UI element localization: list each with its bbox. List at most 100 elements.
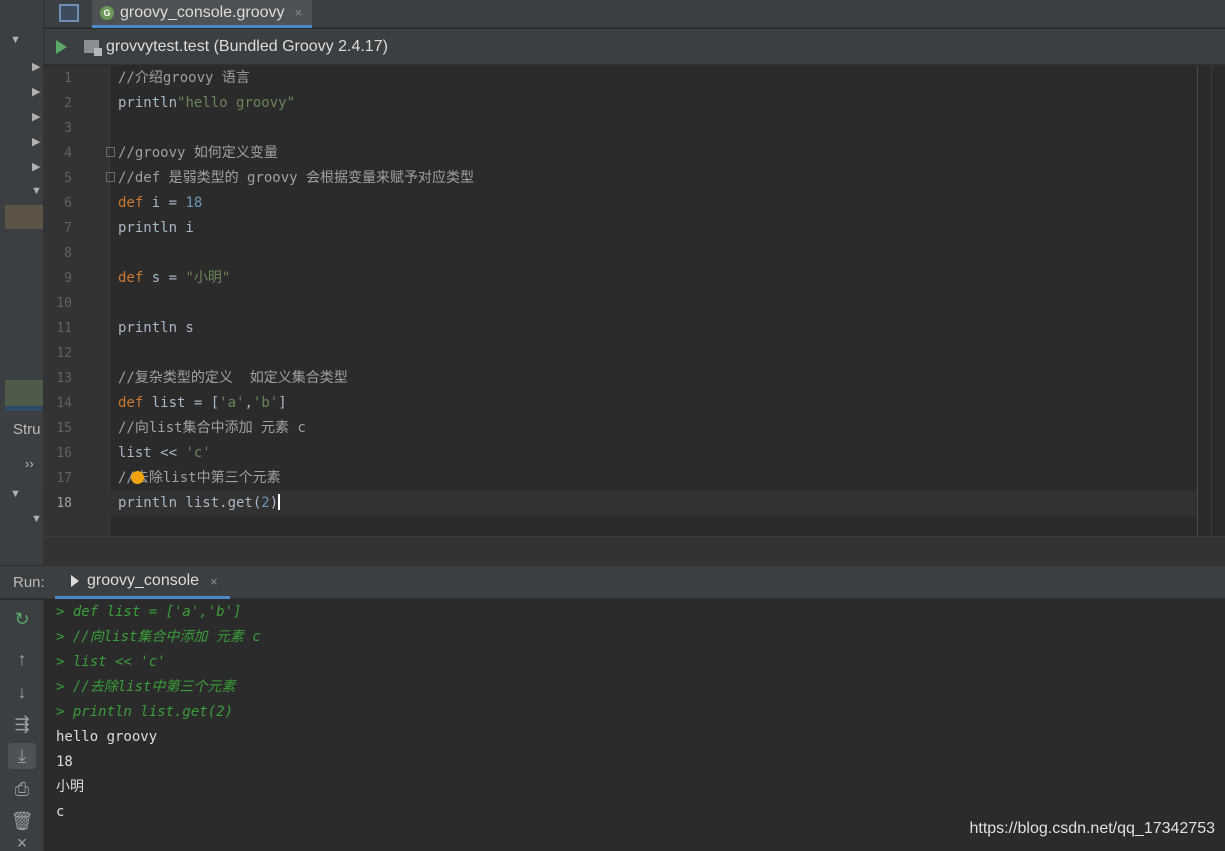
- play-icon: [71, 575, 79, 587]
- console-output-line: 18: [56, 754, 73, 770]
- console-echo-line: > def list = ['a','b']: [56, 604, 242, 620]
- code-text[interactable]: //向list集合中添加 元素 c: [118, 416, 306, 441]
- expand-arrow-icon[interactable]: ▶: [32, 110, 40, 123]
- soft-wrap-icon[interactable]: ⇶: [8, 711, 36, 737]
- code-text[interactable]: def s = "小明": [118, 266, 230, 291]
- line-number: 13: [56, 371, 72, 386]
- code-line[interactable]: 5 //def 是弱类型的 groovy 会根据变量来赋予对应类型: [44, 166, 1197, 191]
- structure-panel-label[interactable]: Stru: [13, 421, 41, 438]
- line-number: 9: [64, 271, 72, 286]
- line-number: 10: [56, 296, 72, 311]
- code-line[interactable]: 18 println list.get(2): [44, 491, 1197, 516]
- code-line[interactable]: 6 def i = 18: [44, 191, 1197, 216]
- code-line[interactable]: 2 println"hello groovy": [44, 91, 1197, 116]
- run-panel-title: Run:: [13, 574, 45, 591]
- code-line[interactable]: 4 //groovy 如何定义变量: [44, 141, 1197, 166]
- line-number: 7: [64, 221, 72, 236]
- trash-icon[interactable]: 🗑: [8, 808, 36, 834]
- code-text[interactable]: //介绍groovy 语言: [118, 66, 250, 91]
- run-icon[interactable]: [56, 39, 67, 54]
- code-text[interactable]: //def 是弱类型的 groovy 会根据变量来赋予对应类型: [118, 166, 474, 191]
- code-line[interactable]: 17//去除list中第三个元素: [44, 466, 1197, 491]
- lightbulb-icon[interactable]: [131, 471, 144, 484]
- collapse-arrow-icon[interactable]: ▼: [10, 488, 21, 500]
- code-editor[interactable]: 1 //介绍groovy 语言 2 println"hello groovy" 3 4 //…: [44, 66, 1225, 565]
- editor-breadcrumb-bar: [44, 536, 1225, 565]
- code-line[interactable]: 10: [44, 291, 1197, 316]
- line-number: 5: [64, 171, 72, 186]
- fold-marker-icon[interactable]: [106, 147, 115, 157]
- code-line[interactable]: 7 println i: [44, 216, 1197, 241]
- project-window-icon[interactable]: [59, 4, 79, 22]
- expand-arrow-icon[interactable]: ▶: [32, 135, 40, 148]
- expand-arrow-icon[interactable]: ▶: [32, 160, 40, 173]
- line-number: 18: [56, 496, 72, 511]
- project-tool-strip: ▼ ▶ ▶ ▶ ▶ ▶ ▼ Stru ›› ▼ ▼: [0, 0, 44, 565]
- right-margin-guide: [1197, 66, 1198, 536]
- tab-label: groovy_console.groovy: [120, 3, 285, 21]
- code-line[interactable]: 16 list << 'c': [44, 441, 1197, 466]
- console-output-line: hello groovy: [56, 729, 158, 745]
- expand-arrow-icon[interactable]: ▶: [32, 85, 40, 98]
- collapse-arrow-icon[interactable]: ▼: [31, 513, 42, 525]
- line-number: 8: [64, 246, 72, 261]
- code-text[interactable]: println list.get(2): [118, 491, 281, 516]
- code-text[interactable]: println i: [118, 216, 194, 241]
- line-number: 3: [64, 121, 72, 136]
- close-icon[interactable]: ×: [210, 574, 218, 589]
- tab-groovy-console-run[interactable]: groovy_console ×: [55, 566, 230, 599]
- line-number: 1: [64, 71, 72, 86]
- code-line[interactable]: 8: [44, 241, 1197, 266]
- code-line[interactable]: 9 def s = "小明": [44, 266, 1197, 291]
- code-text[interactable]: println"hello groovy": [118, 91, 295, 116]
- run-tool-strip: ↻ ↑ ↓ ⇶ ⤓ ⎙ 🗑 ×: [0, 600, 44, 851]
- code-text[interactable]: list << 'c': [118, 441, 211, 466]
- arrow-up-icon[interactable]: ↑: [8, 646, 36, 672]
- code-text[interactable]: println s: [118, 316, 194, 341]
- expand-arrow-icon[interactable]: ▶: [32, 60, 40, 73]
- watermark-text: https://blog.csdn.net/qq_17342753: [969, 820, 1215, 837]
- chevron-right-icon[interactable]: ››: [25, 456, 34, 471]
- collapse-arrow-icon[interactable]: ▼: [10, 34, 21, 46]
- code-line[interactable]: 12: [44, 341, 1197, 366]
- code-text[interactable]: //复杂类型的定义 如定义集合类型: [118, 366, 348, 391]
- close-icon[interactable]: ×: [8, 833, 36, 851]
- run-tab-label: groovy_console: [87, 572, 200, 589]
- line-number: 14: [56, 396, 72, 411]
- line-number: 2: [64, 96, 72, 111]
- code-line[interactable]: 1 //介绍groovy 语言: [44, 66, 1197, 91]
- line-number: 4: [64, 146, 72, 161]
- console-echo-line: > //去除list中第三个元素: [56, 679, 236, 695]
- scroll-to-end-icon[interactable]: ⤓: [8, 743, 36, 769]
- code-line[interactable]: 11 println s: [44, 316, 1197, 341]
- console-output-line: c: [56, 804, 65, 820]
- editor-tab-bar: G groovy_console.groovy ×: [44, 0, 1225, 28]
- code-line[interactable]: 14 def list = ['a','b']: [44, 391, 1197, 416]
- run-panel-header: Run: groovy_console ×: [0, 565, 1225, 599]
- code-text[interactable]: //groovy 如何定义变量: [118, 141, 278, 166]
- code-text[interactable]: def list = ['a','b']: [118, 391, 287, 416]
- print-icon[interactable]: ⎙: [8, 776, 36, 802]
- run-configuration-label[interactable]: grovvytest.test (Bundled Groovy 2.4.17): [106, 38, 388, 56]
- rerun-icon[interactable]: ↻: [8, 606, 36, 632]
- tree-item-highlight[interactable]: [5, 380, 43, 406]
- line-number: 16: [56, 446, 72, 461]
- line-number: 17: [56, 471, 72, 486]
- collapse-arrow-icon[interactable]: ▼: [31, 185, 42, 197]
- editor-scrollbar[interactable]: [1211, 66, 1225, 536]
- console-toolbar: grovvytest.test (Bundled Groovy 2.4.17): [44, 29, 1225, 65]
- console-echo-line: > //向list集合中添加 元素 c: [56, 629, 261, 645]
- fold-marker-icon[interactable]: [106, 172, 115, 182]
- code-line[interactable]: 15 //向list集合中添加 元素 c: [44, 416, 1197, 441]
- tree-item-selected[interactable]: [5, 205, 43, 229]
- console-output[interactable]: > def list = ['a','b'] > //向list集合中添加 元素 …: [44, 600, 1225, 851]
- tab-groovy-console[interactable]: G groovy_console.groovy ×: [92, 0, 313, 28]
- arrow-down-icon[interactable]: ↓: [8, 679, 36, 705]
- code-text[interactable]: def i = 18: [118, 191, 202, 216]
- console-echo-line: > println list.get(2): [56, 704, 234, 720]
- code-line[interactable]: 13 //复杂类型的定义 如定义集合类型: [44, 366, 1197, 391]
- close-icon[interactable]: ×: [295, 5, 303, 20]
- line-number: 15: [56, 421, 72, 436]
- code-line[interactable]: 3: [44, 116, 1197, 141]
- module-icon: [84, 40, 102, 56]
